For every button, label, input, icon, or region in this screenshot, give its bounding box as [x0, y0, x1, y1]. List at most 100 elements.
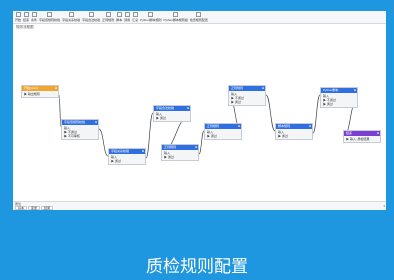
- toolbar-button-4[interactable]: 字段关系校验: [62, 11, 80, 24]
- node-title: 开始(start): [24, 86, 38, 90]
- node-port-label[interactable]: ▶ 通过: [111, 159, 143, 163]
- node-port-label[interactable]: ▶ 通过: [323, 102, 355, 106]
- node-body: 输入 ▶ 通过: [154, 111, 190, 121]
- start-icon: [15, 12, 21, 17]
- node-body: 输入 ▶ 不通过 ▶ 不可审核: [62, 125, 98, 139]
- flow-connection[interactable]: [98, 128, 109, 157]
- condition-icon: [31, 12, 37, 17]
- node-port-label[interactable]: ▶ 通过: [278, 134, 310, 138]
- flow-connection[interactable]: [265, 94, 276, 132]
- node-title: 字段值规则校验: [64, 120, 86, 124]
- toolbar-button-10[interactable]: Python脚本规则: [140, 11, 162, 24]
- flow-node[interactable]: 正则规则 ⊕ 输入 ▶ 不通过 ▶ 通过: [228, 85, 266, 106]
- toolbar-button-6[interactable]: 正则规则: [102, 11, 114, 24]
- node-port-label[interactable]: ▶ 不可审核: [64, 134, 96, 138]
- toolbar-button-0[interactable]: 开始: [15, 11, 21, 24]
- toolbar-button-2[interactable]: 条件: [31, 11, 37, 24]
- node-port-label[interactable]: ▶ 通过: [231, 100, 263, 104]
- node-settings-icon[interactable]: ⊕: [141, 149, 145, 154]
- flow-node[interactable]: 结束 ⊕ ▶ 输入: 质检结果: [343, 130, 381, 143]
- node-settings-icon[interactable]: ⊕: [261, 86, 265, 91]
- node-title: 字段合法校验: [156, 106, 175, 110]
- toolbar-button-label: 开始: [15, 18, 22, 22]
- node-body: 输入 ▶ 通过: [162, 150, 198, 160]
- node-title: 正则规则: [164, 145, 177, 149]
- relation-rule-icon: [68, 12, 74, 17]
- toolbar-button-1[interactable]: 结束: [23, 11, 29, 24]
- node-body: 输入 ▶ 不通过 ▶ 通过: [321, 93, 357, 107]
- collapse-icon[interactable]: ▾: [383, 204, 385, 208]
- tab-results[interactable]: 结果: [41, 206, 54, 210]
- node-title: 脚本规则: [278, 124, 291, 128]
- toolbar-button-label: Python脚本规则组: [163, 18, 188, 22]
- node-body: 输入 ▶ 通过: [276, 129, 312, 139]
- page-caption: 质检规则配置: [146, 257, 248, 277]
- node-settings-icon[interactable]: ⊕: [237, 124, 241, 129]
- node-title: 正则规则: [207, 124, 220, 128]
- toolbar-button-7[interactable]: 脚本: [116, 11, 122, 24]
- tab-variables[interactable]: 变量: [28, 206, 41, 210]
- summary-icon: [132, 12, 138, 17]
- toolbar-button-label: 调用: [124, 18, 131, 22]
- toolbar-button-label: Python脚本规则: [140, 18, 162, 22]
- field-rule-icon: [47, 12, 53, 17]
- toolbar-button-label: 条件: [31, 18, 38, 22]
- toolbar-button-9[interactable]: 汇总: [132, 11, 138, 24]
- toolbar-button-label: 结束: [23, 18, 30, 22]
- node-title: 字段关系校验: [111, 149, 130, 153]
- flow-connection[interactable]: [312, 94, 321, 134]
- node-port-label[interactable]: ▶ 通过: [164, 155, 196, 159]
- properties-tabs: 基本 变量 结果: [15, 206, 54, 210]
- toolbar-button-3[interactable]: 字段值规则校验: [39, 11, 60, 24]
- tab-basic[interactable]: 基本: [15, 206, 28, 210]
- node-title: Python脚本: [323, 88, 339, 92]
- script-icon: [116, 12, 122, 17]
- node-port-label[interactable]: ▶ 输出规则: [24, 92, 56, 96]
- node-settings-icon[interactable]: ⊕: [353, 88, 357, 93]
- toolbar-button-5[interactable]: 字段合法校验: [82, 11, 100, 24]
- node-settings-icon[interactable]: ⊕: [54, 86, 58, 91]
- properties-panel: 属性 基本 变量 结果 ▾: [13, 201, 386, 210]
- toolbar-button-11[interactable]: Python脚本规则组: [164, 11, 188, 24]
- python-icon: [148, 12, 154, 17]
- flow-node[interactable]: 正则规则 ⊕ 输入 ▶ 通过: [161, 144, 199, 161]
- flow-node[interactable]: 脚本规则 ⊕ 输入 ▶ 通过: [275, 123, 313, 140]
- node-settings-icon[interactable]: ⊕: [308, 124, 312, 129]
- end-icon: [23, 12, 29, 17]
- regex-icon: [105, 12, 111, 17]
- node-port-label[interactable]: ▶ 通过: [207, 134, 239, 138]
- legal-rule-icon: [88, 12, 94, 17]
- flow-node[interactable]: Python脚本 ⊕ 输入 ▶ 不通过 ▶ 通过: [320, 87, 358, 108]
- flow-node[interactable]: 字段关系校验 ⊕ 输入 ▶ 通过: [108, 148, 146, 165]
- flow-connection[interactable]: [145, 112, 154, 159]
- toolbar: 开始 结束 条件 字段值规则校验 字段关系校验 字段合法校验 正则规则 脚本 调用 汇总 Pytho…: [13, 11, 386, 24]
- flow-node[interactable]: 字段值规则校验 ⊕ 输入 ▶ 不通过 ▶ 不可审核: [61, 119, 99, 140]
- flow-node[interactable]: 正则规则 ⊕ 输入 ▶ 通过: [204, 123, 242, 140]
- node-title: 正则规则: [231, 86, 244, 90]
- node-settings-icon[interactable]: ⊕: [194, 145, 198, 150]
- check-config-icon: [196, 12, 202, 17]
- node-title: 结束: [346, 131, 353, 135]
- node-body: 输入 ▶ 通过: [205, 129, 241, 139]
- node-settings-icon[interactable]: ⊕: [186, 106, 190, 111]
- flow-canvas[interactable]: 开始(start) ⊕ ▶ 输出规则 字段值规则校验 ⊕ 输入 ▶ 不通过 ▶ 不可审核 字段关…: [13, 30, 386, 201]
- flow-node[interactable]: 开始(start) ⊕ ▶ 输出规则: [21, 85, 59, 98]
- node-body: ▶ 输出规则: [22, 91, 58, 97]
- node-port-label[interactable]: ▶ 输入: 质检结果: [346, 137, 378, 141]
- node-body: 输入 ▶ 不通过 ▶ 通过: [229, 91, 265, 105]
- connections-layer: [58, 92, 359, 159]
- node-settings-icon[interactable]: ⊕: [376, 131, 380, 136]
- node-body: ▶ 输入: 质检结果: [344, 136, 380, 142]
- toolbar-button-8[interactable]: 调用: [124, 11, 130, 24]
- toolbar-button-12[interactable]: 检查规则配置: [190, 11, 208, 24]
- rule-editor-window: 开始 结束 条件 字段值规则校验 字段关系校验 字段合法校验 正则规则 脚本 调用 汇总 Pytho…: [13, 11, 386, 210]
- node-settings-icon[interactable]: ⊕: [94, 120, 98, 125]
- toolbar-button-label: 检查规则配置: [189, 18, 208, 22]
- node-port-label[interactable]: ▶ 通过: [156, 116, 188, 120]
- toolbar-button-label: 脚本: [116, 18, 123, 22]
- call-icon: [124, 12, 130, 17]
- python-group-icon: [173, 12, 179, 17]
- toolbar-button-label: 字段合法校验: [82, 18, 101, 22]
- node-body: 输入 ▶ 通过: [109, 154, 145, 164]
- flow-node[interactable]: 字段合法校验 ⊕ 输入 ▶ 通过: [153, 105, 191, 122]
